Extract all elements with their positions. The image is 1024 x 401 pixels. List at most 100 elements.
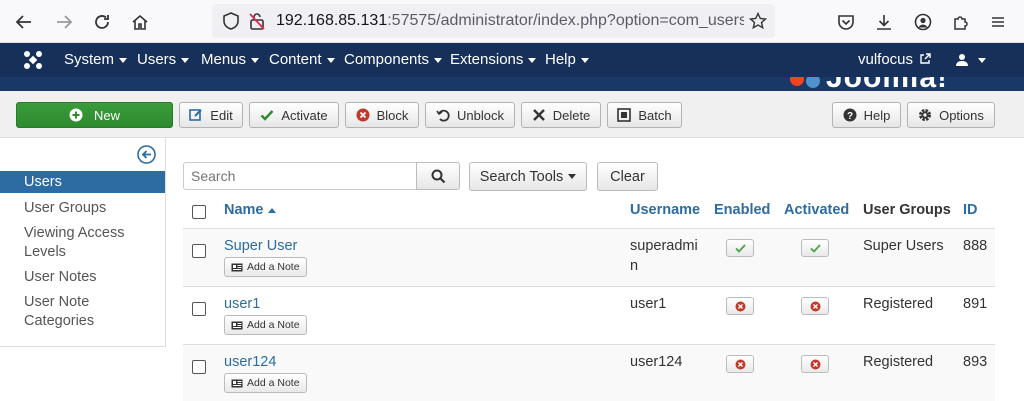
- enabled-toggle[interactable]: [726, 355, 754, 373]
- joomla-brand-icon: [790, 77, 804, 86]
- joomla-logo-icon[interactable]: [22, 49, 44, 71]
- question-circle-icon: ?: [843, 108, 857, 122]
- user-icon: [956, 54, 968, 67]
- extensions-icon[interactable]: [947, 8, 975, 36]
- search-button[interactable]: [416, 162, 460, 190]
- brand-text: Joomla!: [826, 77, 948, 91]
- vcard-icon: [231, 263, 243, 271]
- collapse-sidebar-icon[interactable]: [137, 145, 156, 164]
- user-menu[interactable]: [955, 51, 986, 68]
- sidebar-item-viewing-access-levels[interactable]: Viewing Access Levels: [0, 224, 140, 262]
- vcard-icon: [231, 321, 243, 329]
- username-cell-wrap: n: [630, 258, 639, 274]
- sort-enabled-header[interactable]: Enabled: [714, 202, 770, 218]
- unblock-button[interactable]: Unblock: [425, 102, 515, 128]
- username-cell: superadmi: [630, 238, 698, 254]
- new-button[interactable]: New: [16, 102, 173, 128]
- block-button[interactable]: Block: [345, 102, 419, 128]
- search-input[interactable]: [183, 162, 416, 190]
- sidebar-item-users[interactable]: Users: [0, 171, 165, 193]
- sort-id-header[interactable]: ID: [963, 202, 978, 218]
- sidebar: Users User Groups Viewing Access Levels …: [0, 138, 166, 347]
- back-arrow-icon[interactable]: [10, 8, 38, 36]
- activated-status[interactable]: [801, 239, 829, 257]
- menu-icon[interactable]: [984, 8, 1012, 36]
- add-note-button[interactable]: Add a Note: [224, 373, 307, 393]
- external-link-icon: [920, 53, 931, 64]
- id-cell: 891: [963, 296, 988, 312]
- check-icon: [734, 243, 746, 253]
- row-checkbox[interactable]: [192, 360, 206, 374]
- block-icon: [735, 359, 745, 369]
- sort-username-header[interactable]: Username: [630, 202, 700, 218]
- site-link[interactable]: vulfocus: [858, 51, 931, 68]
- sort-name-header[interactable]: Name: [224, 202, 276, 218]
- account-icon[interactable]: [909, 8, 937, 36]
- row-checkbox[interactable]: [192, 244, 206, 258]
- undo-icon: [436, 109, 450, 122]
- download-icon[interactable]: [870, 8, 898, 36]
- activated-status[interactable]: [801, 297, 829, 315]
- sidebar-item-user-groups[interactable]: User Groups: [0, 199, 165, 218]
- menu-users[interactable]: Users: [137, 51, 190, 68]
- search-tools-button[interactable]: Search Tools: [469, 162, 587, 191]
- add-note-button[interactable]: Add a Note: [224, 257, 307, 277]
- user-name-link[interactable]: user124: [224, 354, 276, 370]
- check-icon: [809, 243, 821, 253]
- toolbar: New Edit Activate Block Unblock Delete B…: [0, 91, 1024, 138]
- help-button[interactable]: ? Help: [832, 102, 901, 128]
- search-icon: [431, 169, 445, 183]
- sidebar-item-user-notes[interactable]: User Notes: [0, 268, 165, 287]
- brand-header: Joomla!: [0, 77, 1024, 91]
- check-icon: [261, 110, 274, 121]
- username-cell: user1: [630, 296, 667, 312]
- home-icon[interactable]: [126, 8, 154, 36]
- vcard-icon: [231, 379, 243, 387]
- admin-navbar: System Users Menus Content Components Ex…: [0, 43, 1024, 77]
- url-bar[interactable]: 192.168.85.131:57575/administrator/index…: [212, 4, 775, 38]
- menu-components[interactable]: Components: [344, 51, 443, 68]
- pocket-icon[interactable]: [832, 8, 860, 36]
- block-icon: [356, 108, 370, 122]
- block-icon: [810, 301, 820, 311]
- user-name-link[interactable]: Super User: [224, 238, 297, 254]
- add-note-button[interactable]: Add a Note: [224, 315, 307, 335]
- clear-button[interactable]: Clear: [597, 162, 658, 191]
- user-groups-cell: Super Users: [863, 238, 944, 254]
- joomla-brand-icon: [806, 77, 820, 88]
- user-name-link[interactable]: user1: [224, 296, 260, 312]
- gear-icon: [919, 109, 932, 121]
- menu-system[interactable]: System: [64, 51, 128, 68]
- url-text: 192.168.85.131:57575/administrator/index…: [276, 12, 744, 29]
- enabled-toggle[interactable]: [726, 239, 754, 257]
- edit-icon: [189, 109, 203, 121]
- forward-arrow-icon[interactable]: [50, 8, 78, 36]
- menu-content[interactable]: Content: [269, 51, 335, 68]
- enabled-toggle[interactable]: [726, 297, 754, 315]
- shield-icon[interactable]: [222, 12, 240, 30]
- edit-button[interactable]: Edit: [179, 102, 243, 128]
- browser-toolbar: 192.168.85.131:57575/administrator/index…: [0, 0, 1024, 43]
- menu-extensions[interactable]: Extensions: [450, 51, 537, 68]
- menu-help[interactable]: Help: [545, 51, 589, 68]
- delete-button[interactable]: Delete: [521, 102, 601, 128]
- batch-button[interactable]: Batch: [607, 102, 682, 128]
- sort-activated-header[interactable]: Activated: [784, 202, 849, 218]
- row-checkbox[interactable]: [192, 302, 206, 316]
- select-all-checkbox[interactable]: [192, 205, 206, 219]
- activated-status[interactable]: [801, 355, 829, 373]
- reload-icon[interactable]: [88, 8, 116, 36]
- user-groups-header: User Groups: [863, 202, 951, 218]
- insecure-lock-icon[interactable]: [248, 12, 266, 30]
- block-icon: [735, 301, 745, 311]
- activate-button[interactable]: Activate: [249, 102, 339, 128]
- id-cell: 888: [963, 238, 988, 254]
- bookmark-star-icon[interactable]: [749, 12, 767, 30]
- times-icon: [532, 109, 545, 121]
- plus-circle-icon: [69, 108, 83, 122]
- user-groups-cell: Registered: [863, 354, 934, 370]
- options-button[interactable]: Options: [907, 102, 995, 128]
- sidebar-item-user-note-categories[interactable]: User Note Categories: [0, 293, 130, 331]
- menu-menus[interactable]: Menus: [201, 51, 260, 68]
- user-groups-cell: Registered: [863, 296, 934, 312]
